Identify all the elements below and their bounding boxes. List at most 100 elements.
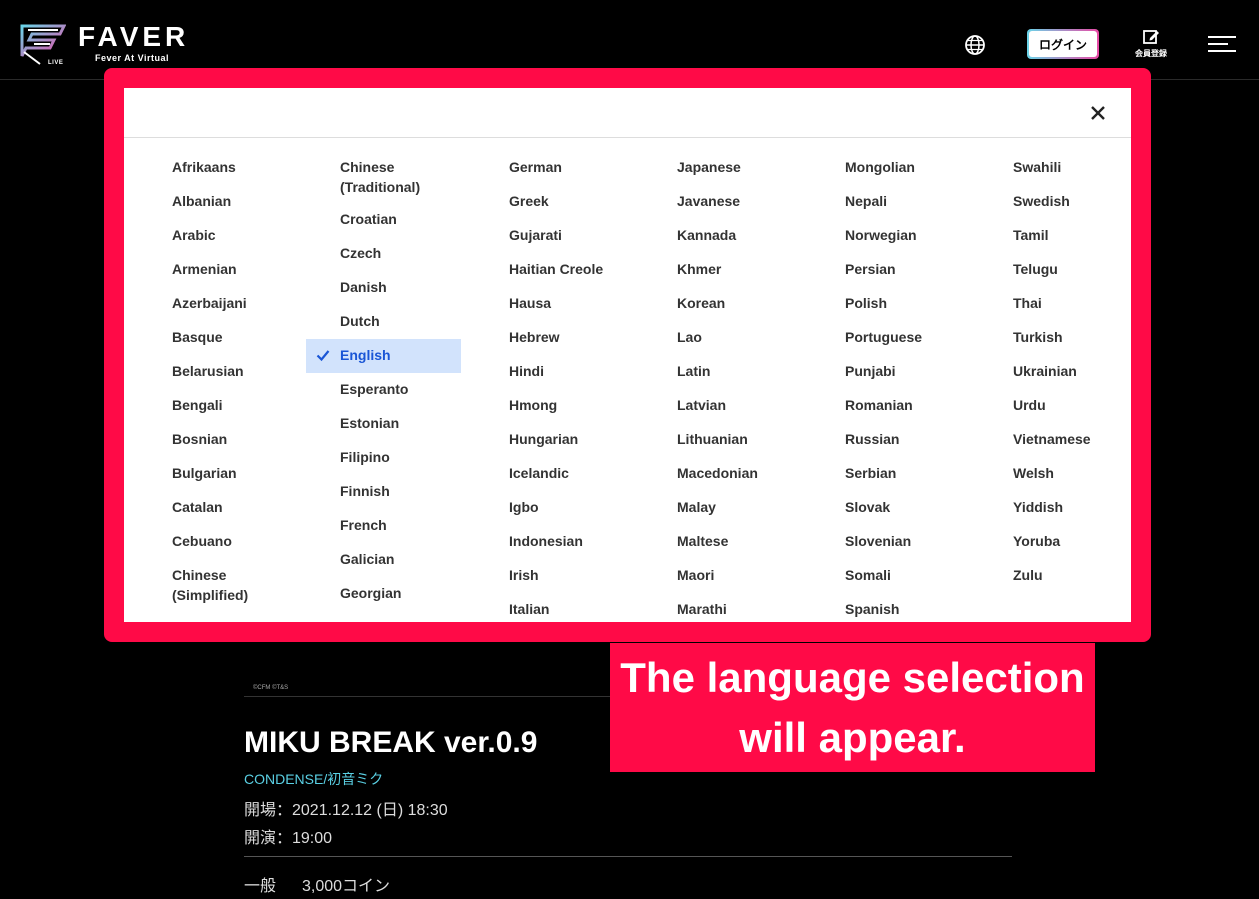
language-option[interactable]: Persian (811, 253, 966, 287)
edit-icon (1143, 30, 1159, 44)
language-option[interactable]: Armenian (138, 253, 293, 287)
language-option[interactable]: Chinese (Simplified) (138, 559, 293, 611)
globe-icon[interactable] (964, 34, 986, 56)
language-option[interactable]: Icelandic (475, 457, 630, 491)
register-button[interactable]: 会員登録 (1131, 28, 1171, 62)
language-option[interactable]: Greek (475, 185, 630, 219)
language-option[interactable]: Korean (643, 287, 798, 321)
language-option[interactable]: Galician (306, 543, 461, 577)
language-option[interactable]: Irish (475, 559, 630, 593)
language-option[interactable]: Maori (643, 559, 798, 593)
language-option[interactable]: Yoruba (979, 525, 1134, 559)
language-option[interactable]: Danish (306, 271, 461, 305)
language-option[interactable]: Spanish (811, 593, 966, 627)
faver-logo[interactable]: LIVE FAVER Fever At Virtual (20, 22, 200, 68)
language-option[interactable]: Igbo (475, 491, 630, 525)
language-option[interactable]: Swahili (979, 151, 1134, 185)
logo-wordmark: FAVER (78, 21, 190, 52)
language-option[interactable]: Romanian (811, 389, 966, 423)
language-option[interactable]: Chinese (Traditional) (306, 151, 461, 203)
language-option[interactable]: Bengali (138, 389, 293, 423)
language-option[interactable]: Japanese (643, 151, 798, 185)
language-option[interactable]: Serbian (811, 457, 966, 491)
language-option[interactable]: Macedonian (643, 457, 798, 491)
language-option[interactable]: Georgian (306, 577, 461, 611)
hamburger-icon[interactable] (1208, 34, 1236, 54)
language-option[interactable]: Afrikaans (138, 151, 293, 185)
language-option[interactable]: Urdu (979, 389, 1134, 423)
language-option[interactable]: Indonesian (475, 525, 630, 559)
language-option[interactable]: Tamil (979, 219, 1134, 253)
language-option[interactable]: Azerbaijani (138, 287, 293, 321)
language-option[interactable]: Telugu (979, 253, 1134, 287)
event-artist-link[interactable]: CONDENSE/初音ミク (244, 769, 383, 789)
language-option[interactable]: Marathi (643, 593, 798, 627)
language-option[interactable]: Czech (306, 237, 461, 271)
language-option[interactable]: Vietnamese (979, 423, 1134, 457)
language-option[interactable]: Hebrew (475, 321, 630, 355)
language-option[interactable]: Portuguese (811, 321, 966, 355)
language-option[interactable]: Khmer (643, 253, 798, 287)
language-option[interactable]: Nepali (811, 185, 966, 219)
language-option[interactable]: Russian (811, 423, 966, 457)
price-label: 一般 (244, 878, 277, 895)
language-option-label: Esperanto (340, 381, 409, 397)
language-option[interactable]: Welsh (979, 457, 1134, 491)
language-option[interactable]: Turkish (979, 321, 1134, 355)
language-option[interactable]: Bulgarian (138, 457, 293, 491)
language-option[interactable]: Latin (643, 355, 798, 389)
language-option[interactable]: Somali (811, 559, 966, 593)
language-option[interactable]: Mongolian (811, 151, 966, 185)
language-option[interactable]: Maltese (643, 525, 798, 559)
language-option[interactable]: Hmong (475, 389, 630, 423)
language-option[interactable]: Belarusian (138, 355, 293, 389)
language-option[interactable]: French (306, 509, 461, 543)
language-option[interactable]: Filipino (306, 441, 461, 475)
language-option[interactable]: Kannada (643, 219, 798, 253)
language-option[interactable]: Gujarati (475, 219, 630, 253)
event-title: MIKU BREAK ver.0.9 (244, 726, 538, 759)
language-option-label: Maori (677, 567, 715, 583)
language-option[interactable]: Slovenian (811, 525, 966, 559)
close-icon[interactable] (1086, 101, 1110, 125)
language-option[interactable]: Esperanto (306, 373, 461, 407)
language-option[interactable]: German (475, 151, 630, 185)
language-option[interactable]: Zulu (979, 559, 1134, 593)
language-option[interactable]: Hindi (475, 355, 630, 389)
language-option[interactable]: Swedish (979, 185, 1134, 219)
language-option[interactable]: Lao (643, 321, 798, 355)
language-option[interactable]: Basque (138, 321, 293, 355)
language-option-selected[interactable]: English (306, 339, 461, 373)
language-option-label: Javanese (677, 193, 741, 209)
language-option[interactable]: Yiddish (979, 491, 1134, 525)
language-option[interactable]: Italian (475, 593, 630, 627)
language-option[interactable]: Estonian (306, 407, 461, 441)
language-option[interactable]: Catalan (138, 491, 293, 525)
language-option-label: Swahili (1013, 159, 1062, 175)
language-option[interactable]: Arabic (138, 219, 293, 253)
language-option[interactable]: Latvian (643, 389, 798, 423)
language-option[interactable]: Thai (979, 287, 1134, 321)
language-option[interactable]: Norwegian (811, 219, 966, 253)
language-option[interactable]: Albanian (138, 185, 293, 219)
language-option[interactable]: Punjabi (811, 355, 966, 389)
language-option-label: Russian (845, 431, 900, 447)
login-button[interactable]: ログイン (1027, 29, 1099, 59)
language-option[interactable]: Hausa (475, 287, 630, 321)
language-option[interactable]: Cebuano (138, 525, 293, 559)
language-option[interactable]: Dutch (306, 305, 461, 339)
language-option[interactable]: Slovak (811, 491, 966, 525)
language-option[interactable]: Haitian Creole (475, 253, 630, 287)
language-option[interactable]: Bosnian (138, 423, 293, 457)
language-option[interactable]: Finnish (306, 475, 461, 509)
language-option[interactable]: Hungarian (475, 423, 630, 457)
language-option-label: Welsh (1013, 465, 1054, 481)
language-option[interactable]: Polish (811, 287, 966, 321)
language-option[interactable]: Croatian (306, 203, 461, 237)
language-option[interactable]: Malay (643, 491, 798, 525)
language-option-label: Marathi (677, 601, 727, 617)
language-option-label: Lithuanian (677, 431, 748, 447)
language-option[interactable]: Lithuanian (643, 423, 798, 457)
language-option[interactable]: Ukrainian (979, 355, 1134, 389)
language-option[interactable]: Javanese (643, 185, 798, 219)
